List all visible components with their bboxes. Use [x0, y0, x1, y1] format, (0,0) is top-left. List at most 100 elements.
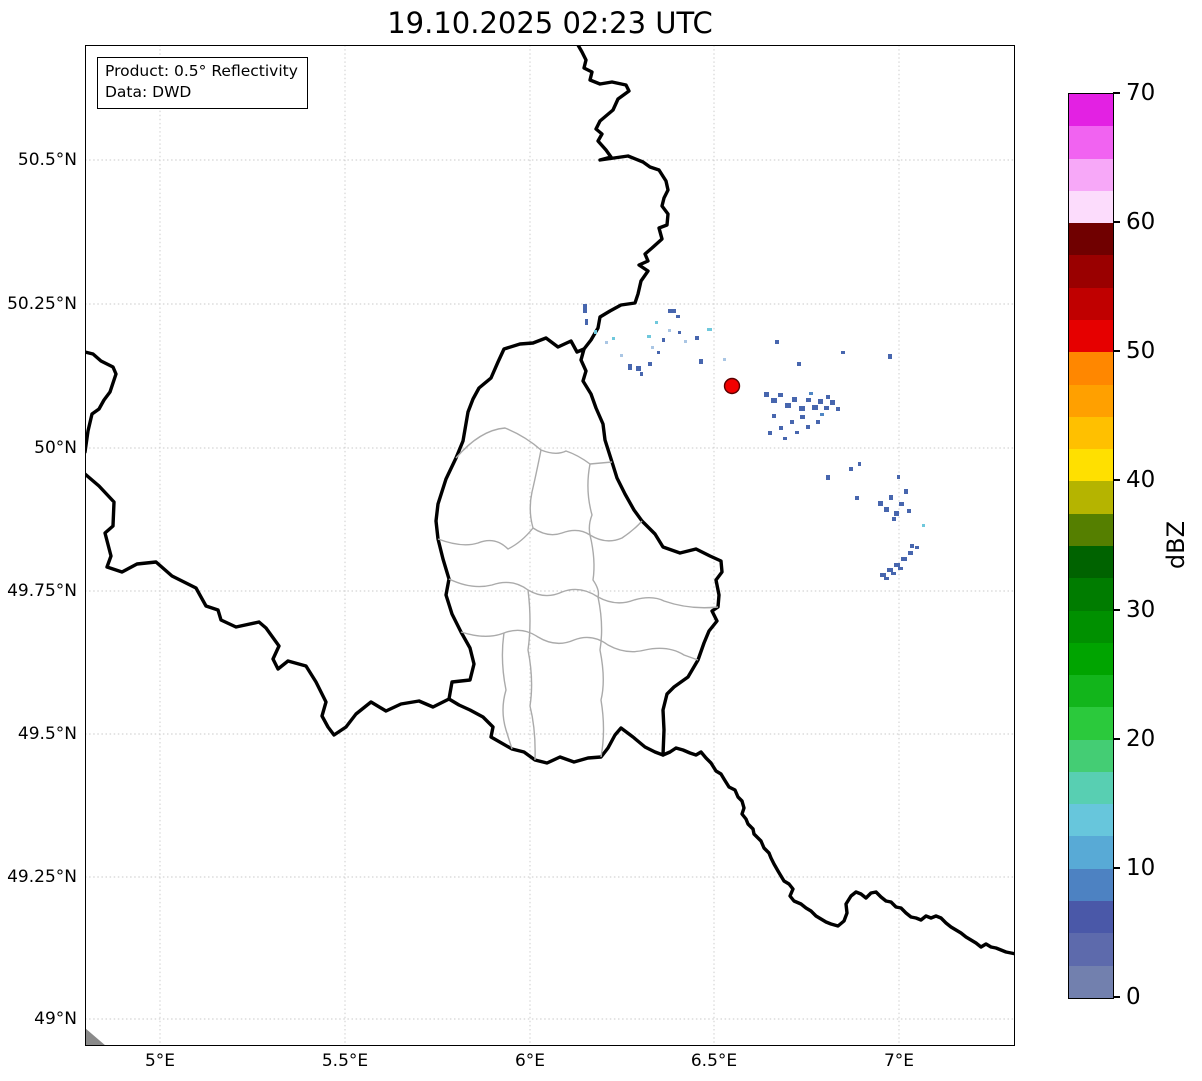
- radar-echo-cell: [816, 420, 820, 424]
- radar-echo-cell: [849, 467, 853, 471]
- radar-echo-cell: [888, 354, 892, 359]
- radar-site-marker-layer: [723, 377, 741, 395]
- colorbar-tick-label: 20: [1126, 725, 1156, 752]
- radar-echo-cell: [655, 321, 658, 324]
- border-luxembourg: [434, 336, 724, 765]
- border-belgium-france-upper: [85, 350, 118, 454]
- colorbar-color-step: [1069, 287, 1113, 320]
- colorbar-color-step: [1069, 94, 1113, 127]
- country-borders: [85, 45, 1015, 956]
- colorbar-color-step: [1069, 642, 1113, 676]
- radar-echo-cell: [775, 340, 779, 344]
- radar-echo-cell: [668, 309, 676, 313]
- colorbar-tick-mark: [1113, 608, 1120, 611]
- radar-echo-cell: [678, 331, 681, 334]
- colorbar-tick-mark: [1113, 92, 1120, 94]
- radar-echo-cell: [799, 406, 805, 411]
- colorbar-color-step: [1069, 901, 1113, 934]
- figure: 19.10.2025 02:23 UTC Product: 0.5° Refle…: [0, 0, 1202, 1081]
- canton-borders: [437, 427, 719, 761]
- radar-echo-cell: [723, 358, 726, 361]
- radar-echo-cell: [699, 359, 703, 364]
- radar-echo-cell: [901, 557, 907, 561]
- y-tick-label: 49.25°N: [7, 867, 77, 887]
- x-tick-label: 5°E: [144, 1051, 176, 1071]
- radar-echo-cell: [915, 546, 919, 549]
- radar-echo-cell: [585, 319, 588, 325]
- y-tick-label: 49.5°N: [17, 724, 77, 744]
- corner-land-wedge: [85, 1028, 106, 1046]
- radar-echo-cell: [695, 336, 699, 340]
- radar-echo-cell: [583, 304, 587, 313]
- radar-echo-cell: [612, 337, 615, 340]
- colorbar-color-step: [1069, 352, 1113, 385]
- colorbar-axis-label: dBZ: [1162, 520, 1190, 570]
- radar-echo-cell: [818, 399, 823, 404]
- radar-echo-cell: [768, 431, 772, 435]
- colorbar-color-step: [1069, 319, 1113, 353]
- colorbar-tick-label: 60: [1126, 209, 1156, 236]
- radar-echo-cell: [676, 315, 680, 318]
- radar-echo-cell: [841, 351, 845, 354]
- radar-echo-cell: [806, 425, 810, 429]
- radar-echo-cell: [795, 431, 799, 434]
- colorbar-color-step: [1069, 868, 1113, 902]
- radar-echo-layer: [583, 304, 925, 580]
- radar-echo-cell: [907, 509, 911, 513]
- radar-echo-cell: [707, 328, 712, 331]
- radar-echo-cell: [783, 437, 787, 440]
- radar-echo-cell: [826, 475, 830, 480]
- radar-echo-cell: [772, 414, 776, 418]
- border-france-germany: [661, 746, 1015, 956]
- radar-echo-cell: [826, 395, 830, 399]
- radar-echo-cell: [880, 573, 886, 577]
- colorbar-tick-mark: [1113, 996, 1120, 998]
- colorbar-tick-mark: [1113, 350, 1120, 353]
- colorbar-color-step: [1069, 190, 1113, 224]
- border-belgium-germany: [576, 45, 670, 351]
- colorbar-color-step: [1069, 675, 1113, 708]
- radar-echo-cell: [836, 407, 840, 411]
- colorbar-color-step: [1069, 836, 1113, 869]
- radar-echo-cell: [628, 364, 632, 370]
- colorbar-tick-label: 10: [1126, 854, 1156, 881]
- radar-echo-cell: [800, 415, 805, 419]
- radar-echo-cell: [792, 397, 797, 402]
- radar-echo-cell: [809, 392, 813, 395]
- colorbar: [1068, 93, 1114, 999]
- radar-echo-cell: [651, 346, 654, 349]
- radar-echo-cell: [891, 572, 896, 575]
- radar-echo-cell: [887, 568, 893, 572]
- radar-echo-cell: [855, 496, 859, 500]
- colorbar-color-step: [1069, 255, 1113, 288]
- product-line: Product: 0.5° Reflectivity: [105, 62, 298, 80]
- radar-echo-cell: [894, 511, 899, 516]
- map-canvas: [85, 45, 1015, 1046]
- colorbar-color-step: [1069, 610, 1113, 643]
- radar-echo-cell: [904, 489, 908, 494]
- colorbar-tick-label: 70: [1126, 80, 1156, 106]
- radar-echo-cell: [878, 501, 883, 506]
- radar-echo-cell: [764, 392, 769, 397]
- y-tick-label: 50.5°N: [17, 150, 77, 170]
- radar-echo-cell: [668, 329, 671, 332]
- colorbar-tick-mark: [1113, 221, 1120, 224]
- colorbar-tick-mark: [1113, 737, 1120, 740]
- radar-echo-cell: [790, 420, 794, 424]
- radar-echo-cell: [605, 341, 608, 344]
- colorbar-color-step: [1069, 384, 1113, 417]
- radar-echo-cell: [922, 524, 925, 527]
- radar-echo-cell: [662, 338, 665, 342]
- radar-echo-cell: [910, 544, 914, 548]
- radar-echo-cell: [594, 330, 597, 334]
- radar-echo-cell: [898, 567, 903, 570]
- colorbar-tick-label: 50: [1126, 338, 1156, 365]
- radar-echo-cell: [908, 551, 913, 555]
- radar-echo-cell: [620, 354, 623, 357]
- radar-echo-cell: [824, 406, 829, 410]
- colorbar-color-step: [1069, 449, 1113, 482]
- y-tick-label: 50.25°N: [7, 294, 77, 314]
- colorbar-color-step: [1069, 933, 1113, 966]
- colorbar-tick-label: 30: [1126, 596, 1156, 623]
- colorbar-color-step: [1069, 158, 1113, 191]
